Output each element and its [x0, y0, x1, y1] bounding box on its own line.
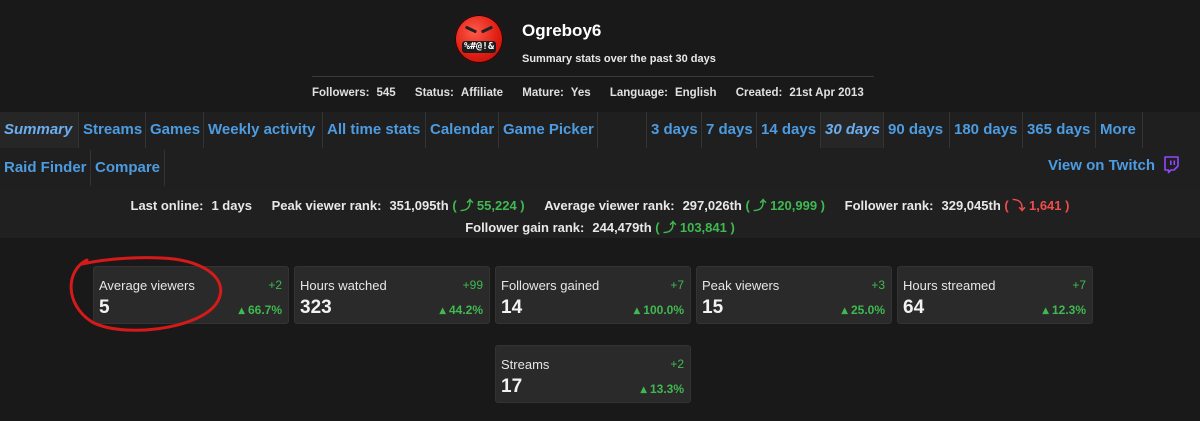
- view-on-twitch-link[interactable]: View on Twitch: [1048, 156, 1179, 174]
- tab-game-picker[interactable]: Game Picker: [499, 112, 598, 148]
- stat-delta: +7: [1072, 278, 1086, 292]
- stat-value: 5: [99, 297, 110, 318]
- range-365-days[interactable]: 365 days: [1023, 112, 1096, 148]
- up-arrow-icon: ▴: [439, 303, 446, 317]
- last-online-value: 1 days: [211, 198, 252, 213]
- up-arrow-icon: ⤴︎: [753, 198, 767, 213]
- gain-rank-change: ( ⤴︎ 103,841 ): [655, 220, 735, 235]
- up-arrow-icon: ▴: [633, 303, 640, 317]
- avg-rank-value: 297,026th: [682, 198, 742, 213]
- stat-card-peak-viewers: Peak viewers +3 15 ▴ 25.0%: [696, 266, 892, 324]
- stat-percent: ▴ 44.2%: [439, 303, 483, 317]
- tab-compare[interactable]: Compare: [91, 150, 165, 186]
- range-30-days[interactable]: 30 days: [821, 112, 884, 148]
- view-on-twitch-label: View on Twitch: [1048, 156, 1155, 174]
- range-90-days[interactable]: 90 days: [884, 112, 950, 148]
- range-14-days[interactable]: 14 days: [757, 112, 821, 148]
- follower-rank-change: ( ⤵︎ 1,641 ): [1004, 198, 1070, 213]
- stat-percent: ▴ 25.0%: [841, 303, 885, 317]
- tab-games[interactable]: Games: [146, 112, 204, 148]
- stat-value: 64: [903, 297, 925, 318]
- avatar: %#@!&: [455, 15, 503, 63]
- rank-summary: Last online: 1 days Peak viewer rank: 351,…: [0, 190, 1200, 238]
- tab-calendar[interactable]: Calendar: [426, 112, 499, 148]
- peak-rank-change: ( ⤴︎ 55,224 ): [452, 198, 525, 213]
- tab-weekly-activity[interactable]: Weekly activity: [204, 112, 323, 148]
- stat-label: Hours streamed: [903, 278, 996, 293]
- up-arrow-icon: ▴: [238, 303, 245, 317]
- up-arrow-icon: ▴: [640, 382, 647, 396]
- avg-rank-label: Average viewer rank:: [544, 198, 675, 213]
- tab-raid-finder[interactable]: Raid Finder: [0, 150, 91, 186]
- stat-delta: +99: [462, 278, 483, 292]
- stat-value: 14: [501, 297, 523, 318]
- profile-meta: Followers: 545 Status: Affiliate Mature: Ye…: [312, 87, 864, 99]
- username: Ogreboy6: [522, 21, 602, 40]
- stat-delta: +3: [871, 278, 885, 292]
- stat-card-average-viewers: Average viewers +2 5 ▴ 66.7%: [93, 266, 289, 324]
- stat-label: Hours watched: [300, 278, 387, 293]
- tab-streams[interactable]: Streams: [79, 112, 146, 148]
- range-180-days[interactable]: 180 days: [950, 112, 1023, 148]
- stat-label: Average viewers: [99, 278, 195, 293]
- twitch-icon: [1163, 156, 1179, 174]
- stat-label: Streams: [501, 357, 550, 372]
- meta-status: Status: Affiliate: [414, 87, 504, 99]
- stat-delta: +2: [670, 357, 684, 371]
- tab-summary[interactable]: Summary: [0, 112, 79, 148]
- stat-percent: ▴ 66.7%: [238, 303, 282, 317]
- tab-all-time-stats[interactable]: All time stats: [323, 112, 426, 148]
- peak-rank-label: Peak viewer rank:: [271, 198, 382, 213]
- stat-label: Peak viewers: [702, 278, 780, 293]
- gain-rank-value: 244,479th: [592, 220, 652, 235]
- avatar-text: %#@!&: [462, 41, 496, 53]
- stat-percent: ▴ 13.3%: [640, 382, 684, 396]
- stat-label: Followers gained: [501, 278, 600, 293]
- up-arrow-icon: ⤴︎: [460, 198, 474, 213]
- subtitle: Summary stats over the past 30 days: [522, 53, 716, 65]
- up-arrow-icon: ⤴︎: [663, 220, 677, 235]
- up-arrow-icon: ▴: [1042, 303, 1049, 317]
- stat-card-hours-watched: Hours watched +99 323 ▴ 44.2%: [294, 266, 490, 324]
- header-divider: [312, 76, 874, 77]
- meta-language: Language: English: [609, 87, 717, 99]
- profile-header: %#@!& Ogreboy6 Summary stats over the pa…: [0, 0, 1200, 110]
- stat-value: 15: [702, 297, 724, 318]
- avatar-right-brow: [480, 25, 494, 34]
- meta-created: Created: 21st Apr 2013: [735, 87, 864, 99]
- rank-line-2: Follower gain rank: 244,479th ( ⤴︎ 103,84…: [0, 217, 1200, 236]
- up-arrow-icon: ▴: [841, 303, 848, 317]
- follower-rank-label: Follower rank:: [844, 198, 934, 213]
- stat-delta: +7: [670, 278, 684, 292]
- down-arrow-icon: ⤵︎: [1012, 198, 1026, 213]
- meta-followers: Followers: 545: [312, 87, 396, 99]
- peak-rank-value: 351,095th: [389, 198, 449, 213]
- avatar-left-brow: [464, 25, 478, 34]
- avg-rank-change: ( ⤴︎ 120,999 ): [745, 198, 826, 213]
- range-3-days[interactable]: 3 days: [646, 112, 702, 148]
- stat-percent: ▴ 100.0%: [633, 303, 684, 317]
- nav-bar: Summary Streams Games Weekly activity Al…: [0, 112, 1200, 190]
- stat-delta: +2: [268, 278, 282, 292]
- stat-value: 323: [300, 297, 332, 318]
- gain-rank-label: Follower gain rank:: [465, 220, 585, 235]
- rank-line-1: Last online: 1 days Peak viewer rank: 351,…: [0, 195, 1200, 214]
- range-7-days[interactable]: 7 days: [702, 112, 757, 148]
- stat-percent: ▴ 12.3%: [1042, 303, 1086, 317]
- stat-card-hours-streamed: Hours streamed +7 64 ▴ 12.3%: [897, 266, 1093, 324]
- last-online-label: Last online:: [130, 198, 204, 213]
- stat-value: 17: [501, 376, 523, 397]
- stat-card-followers-gained: Followers gained +7 14 ▴ 100.0%: [495, 266, 691, 324]
- stat-card-streams: Streams +2 17 ▴ 13.3%: [495, 345, 691, 403]
- meta-mature: Mature: Yes: [522, 87, 591, 99]
- follower-rank-value: 329,045th: [941, 198, 1001, 213]
- range-more[interactable]: More: [1096, 112, 1143, 148]
